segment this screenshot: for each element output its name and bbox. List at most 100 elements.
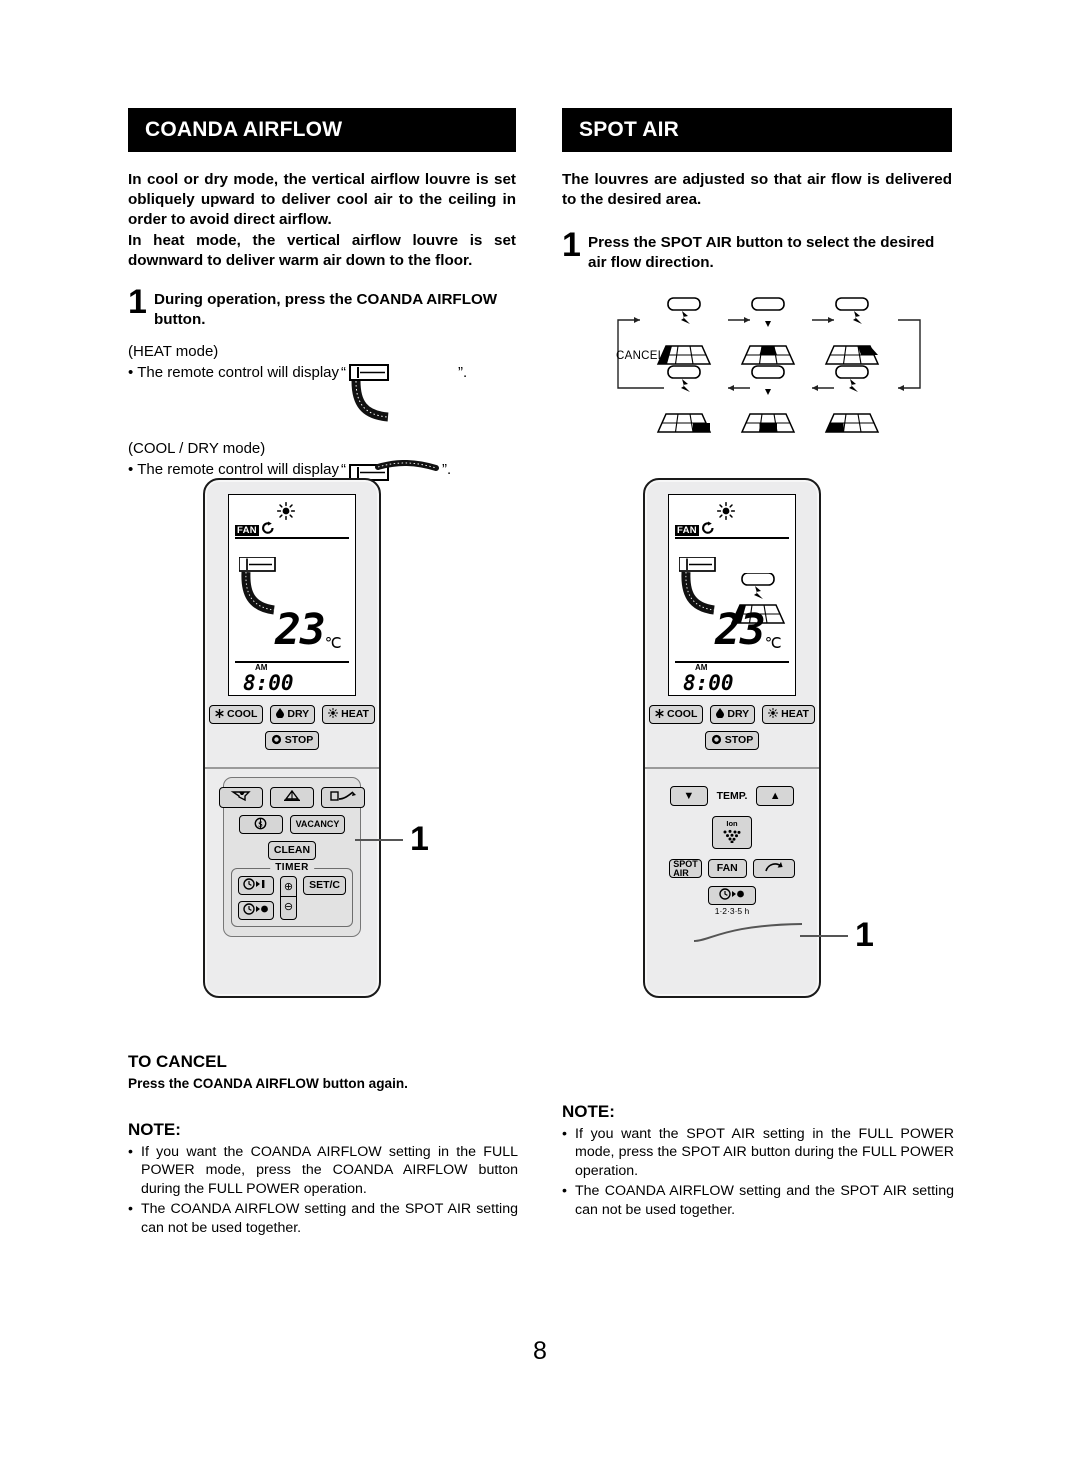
dry-button[interactable]: DRY [270, 705, 316, 724]
callout-right-leader [693, 923, 803, 942]
cool-button-label: COOL [667, 708, 698, 721]
heat-mode-label: (HEAT mode) [128, 342, 219, 360]
lcd-clock: 8:00 [683, 671, 734, 695]
function-panel-right: ▼ TEMP. ▲ Ion SPOT AIR FAN 1·2·3·5 h [663, 777, 801, 925]
callout-left-number: 1 [410, 820, 429, 858]
economy-button[interactable]: S [238, 815, 283, 834]
timer-right-col: SET/C [303, 876, 346, 920]
economy-row: S VACANCY [231, 815, 353, 834]
callout-left-line [355, 838, 403, 841]
note-text: The COANDA AIRFLOW setting and the SPOT … [141, 1201, 518, 1236]
set-c-button[interactable]: SET/C [303, 876, 346, 895]
temp-down-button[interactable]: ▼ [670, 786, 708, 806]
timer-off-icon [243, 903, 269, 918]
clean-button[interactable]: CLEAN [267, 841, 317, 860]
spot-air-row: SPOT AIR FAN [669, 859, 795, 878]
spot-air-section-header: SPOT AIR [562, 108, 952, 152]
temp-label: TEMP. [716, 790, 748, 802]
dollar-icon: S [254, 817, 267, 833]
lcd-temperature-unit: ℃ [764, 634, 782, 652]
note-text: If you want the SPOT AIR setting in the … [575, 1126, 954, 1179]
sun-icon [328, 708, 339, 721]
coanda-airflow-button[interactable] [321, 787, 365, 808]
spot-air-intro-paragraph-1: The louvres are adjusted so that air flo… [562, 171, 952, 209]
snowflake-icon [655, 708, 664, 721]
dry-button[interactable]: DRY [710, 705, 756, 724]
note-text: If you want the COANDA AIRFLOW setting i… [141, 1144, 518, 1197]
cool-dry-mode-label: (COOL / DRY mode) [128, 439, 266, 457]
stop-button[interactable]: STOP [264, 731, 320, 750]
cool-button-label: COOL [227, 708, 258, 721]
lcd-display-left: FAN 23℃ AM 8:00 [228, 494, 356, 696]
timer-on-button[interactable] [238, 876, 274, 895]
coanda-airflow-column: COANDA AIRFLOW In cool or dry mode, the … [128, 108, 516, 482]
timer-group: TIMER ⊕ ⊖ SET/C [231, 862, 353, 927]
spot-air-section-title: SPOT AIR [579, 118, 679, 141]
spot-air-step-1: 1 Press the SPOT AIR button to select th… [562, 226, 952, 273]
droplet-icon [276, 708, 285, 721]
temperature-row: ▼ TEMP. ▲ [670, 786, 794, 806]
mode-button-row-right: COOL DRY HEAT [649, 705, 815, 724]
function-panel-left: S VACANCY CLEAN TIMER [219, 777, 365, 937]
timer-row-right [670, 886, 794, 905]
coanda-step-number: 1 [128, 283, 147, 322]
spot-air-cycle-diagram: CANCEL [600, 288, 940, 438]
manual-page: COANDA AIRFLOW In cool or dry mode, the … [0, 0, 1080, 1469]
heat-button[interactable]: HEAT [762, 705, 815, 724]
swing-button[interactable] [752, 859, 795, 878]
cool-dry-mode-close-quote: ”. [442, 461, 452, 479]
full-power-button[interactable] [219, 787, 263, 808]
heat-mode-close-quote: ”. [458, 363, 468, 381]
coanda-intro: In cool or dry mode, the vertical airflo… [128, 170, 516, 271]
mode-button-row-left: COOL DRY HEAT [209, 705, 375, 724]
snowflake-icon [215, 708, 224, 721]
timer-off-button[interactable] [708, 886, 756, 905]
fan-badge: FAN [675, 524, 699, 537]
list-item: • If you want the SPOT AIR setting in th… [562, 1125, 954, 1180]
list-item: • The COANDA AIRFLOW setting and the SPO… [128, 1200, 518, 1237]
cool-button[interactable]: COOL [209, 705, 264, 724]
clean-row: CLEAN [231, 841, 353, 860]
minus-button[interactable]: ⊖ [281, 896, 297, 916]
coanda-intro-paragraph-2: In heat mode, the vertical airflow louvr… [128, 231, 516, 269]
heat-button[interactable]: HEAT [322, 705, 375, 724]
plus-button[interactable]: ⊕ [281, 877, 296, 896]
ion-button[interactable]: Ion [712, 816, 752, 849]
coanda-intro-paragraph-1: In cool or dry mode, the vertical airflo… [128, 171, 516, 229]
lcd-display-right: FAN 23℃ AM 8:00 [668, 494, 796, 696]
function-button-row [219, 787, 365, 808]
heat-mode-open-quote: “ [341, 363, 347, 381]
timer-off-button[interactable] [238, 901, 274, 920]
ion-spot-button[interactable] [270, 787, 314, 808]
vacancy-button[interactable]: VACANCY [289, 815, 346, 834]
spot-air-step-number: 1 [562, 226, 581, 265]
coanda-note-block: NOTE: • If you want the COANDA AIRFLOW s… [128, 1120, 518, 1237]
remote-divider-left [205, 767, 379, 769]
spot-air-note-list: • If you want the SPOT AIR setting in th… [562, 1125, 954, 1219]
cool-dry-mode-bullet: • [128, 461, 134, 479]
ion-button-label: Ion [726, 819, 738, 828]
spot-air-button[interactable]: SPOT AIR [669, 859, 702, 878]
note-bullet: • [128, 1201, 133, 1218]
cool-dry-mode-block: (COOL / DRY mode) • The remote control w… [128, 439, 516, 482]
lcd-temperature: 23℃ [715, 605, 782, 655]
cool-button[interactable]: COOL [649, 705, 704, 724]
ion-icon [721, 829, 743, 846]
stop-button[interactable]: STOP [704, 731, 760, 750]
stop-button-label: STOP [284, 734, 314, 747]
temp-up-button[interactable]: ▲ [756, 786, 794, 806]
swing-icon [764, 861, 784, 876]
spot-air-intro: The louvres are adjusted so that air flo… [562, 170, 952, 210]
list-item: • The COANDA AIRFLOW setting and the SPO… [562, 1182, 954, 1219]
lcd-temperature: 23℃ [275, 605, 342, 655]
lcd-temperature-value: 23 [275, 605, 326, 655]
to-cancel-block: TO CANCEL Press the COANDA AIRFLOW butto… [128, 1048, 518, 1091]
coanda-step-1: 1 During operation, press the COANDA AIR… [128, 283, 516, 330]
coanda-heat-icon [348, 363, 456, 425]
lcd-divider-bottom [675, 661, 789, 663]
page-number: 8 [533, 1337, 547, 1365]
droplet-icon [716, 708, 725, 721]
timer-grid: ⊕ ⊖ SET/C [238, 876, 346, 920]
vacancy-button-label: VACANCY [295, 819, 340, 829]
fan-button[interactable]: FAN [707, 859, 747, 878]
